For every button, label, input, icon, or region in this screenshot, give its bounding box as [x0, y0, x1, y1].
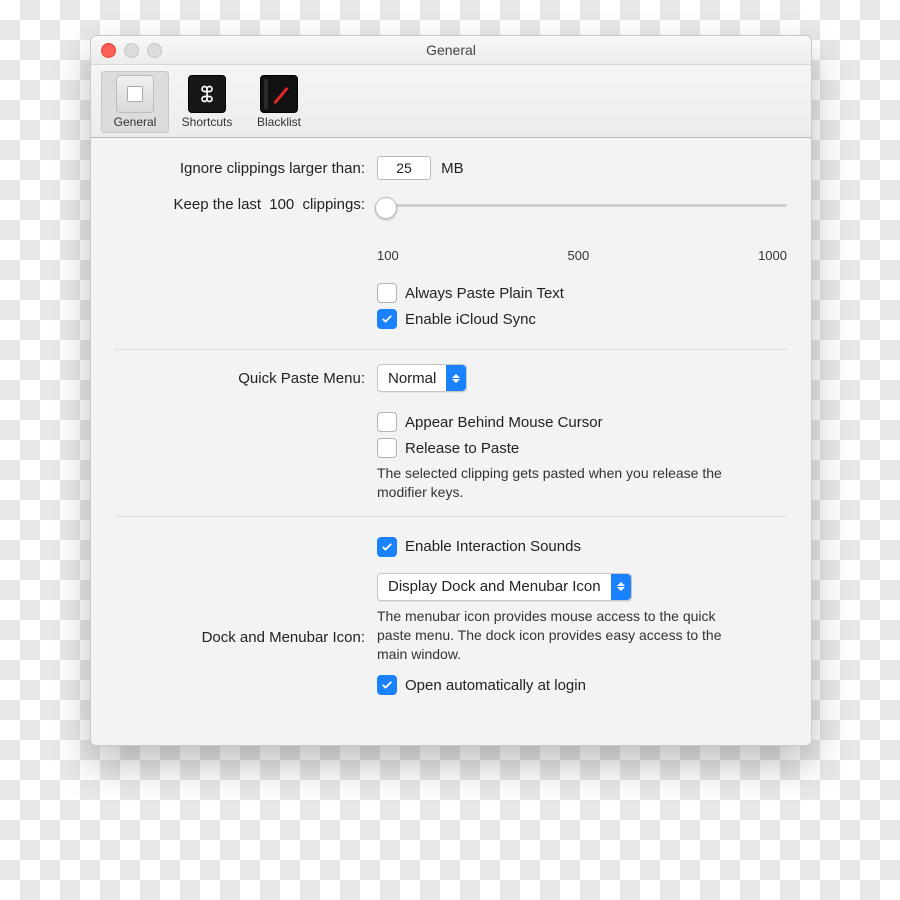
keep-slider[interactable] — [377, 194, 787, 220]
slider-ticks: 100 500 1000 — [377, 248, 787, 263]
dock-label: Dock and Menubar Icon: — [115, 629, 377, 646]
dock-row: Dock and Menubar Icon: Display Dock and … — [115, 573, 787, 702]
icloud-sync-checkbox[interactable] — [377, 309, 397, 329]
toolbar: General Shortcuts Blacklist — [91, 65, 811, 138]
ignore-row: Ignore clippings larger than: 25 MB — [115, 156, 787, 180]
tick-min: 100 — [377, 248, 399, 263]
quick-paste-label: Quick Paste Menu: — [115, 370, 377, 387]
release-help: The selected clipping gets pasted when y… — [377, 464, 737, 502]
minimize-button[interactable] — [124, 43, 139, 58]
window-controls — [101, 43, 162, 58]
window-title: General — [426, 42, 476, 58]
plain-row: Always Paste Plain Text Enable iCloud Sy… — [115, 277, 787, 335]
keep-value: 100 — [269, 196, 294, 213]
tab-shortcuts-label: Shortcuts — [182, 115, 233, 129]
keep-row: Keep the last 100 clippings: 100 500 100… — [115, 194, 787, 263]
tick-max: 1000 — [758, 248, 787, 263]
dock-help: The menubar icon provides mouse access t… — [377, 607, 737, 664]
keep-label: Keep the last 100 clippings: — [115, 194, 377, 213]
preferences-window: General General Shortcuts Blacklist Igno… — [90, 35, 812, 746]
icloud-sync-label: Enable iCloud Sync — [405, 311, 536, 328]
release-paste-label: Release to Paste — [405, 440, 519, 457]
dock-icon-popup[interactable]: Display Dock and Menubar Icon — [377, 573, 632, 601]
ignore-label: Ignore clippings larger than: — [115, 160, 377, 177]
sounds-row: Enable Interaction Sounds — [115, 531, 787, 563]
tab-general-label: General — [114, 115, 157, 129]
quick-paste-value: Normal — [378, 370, 446, 387]
blacklist-icon — [260, 75, 298, 113]
updown-icon — [446, 365, 466, 391]
quick-paste-popup[interactable]: Normal — [377, 364, 467, 392]
keep-label-b: clippings: — [302, 196, 365, 213]
dock-icon-value: Display Dock and Menubar Icon — [378, 578, 611, 595]
open-at-login-label: Open automatically at login — [405, 677, 586, 694]
titlebar: General — [91, 36, 811, 65]
keep-label-a: Keep the last — [174, 196, 262, 213]
quick-options: Appear Behind Mouse Cursor Release to Pa… — [115, 406, 787, 502]
tab-shortcuts[interactable]: Shortcuts — [173, 71, 241, 133]
general-icon — [116, 75, 154, 113]
tab-blacklist[interactable]: Blacklist — [245, 71, 313, 133]
release-paste-checkbox[interactable] — [377, 438, 397, 458]
quick-paste-row: Quick Paste Menu: Normal — [115, 364, 787, 392]
ignore-unit: MB — [441, 160, 464, 177]
appear-behind-label: Appear Behind Mouse Cursor — [405, 414, 603, 431]
content: Ignore clippings larger than: 25 MB Keep… — [91, 138, 811, 745]
tab-blacklist-label: Blacklist — [257, 115, 301, 129]
open-at-login-checkbox[interactable] — [377, 675, 397, 695]
always-plain-checkbox[interactable] — [377, 283, 397, 303]
slider-thumb[interactable] — [375, 197, 397, 219]
interaction-sounds-checkbox[interactable] — [377, 537, 397, 557]
tick-mid: 500 — [568, 248, 590, 263]
appear-behind-checkbox[interactable] — [377, 412, 397, 432]
separator-1 — [115, 349, 787, 350]
command-icon — [188, 75, 226, 113]
ignore-size-input[interactable]: 25 — [377, 156, 431, 180]
always-plain-label: Always Paste Plain Text — [405, 285, 564, 302]
zoom-button[interactable] — [147, 43, 162, 58]
tab-general[interactable]: General — [101, 71, 169, 133]
close-button[interactable] — [101, 43, 116, 58]
separator-2 — [115, 516, 787, 517]
interaction-sounds-label: Enable Interaction Sounds — [405, 538, 581, 555]
updown-icon — [611, 574, 631, 600]
